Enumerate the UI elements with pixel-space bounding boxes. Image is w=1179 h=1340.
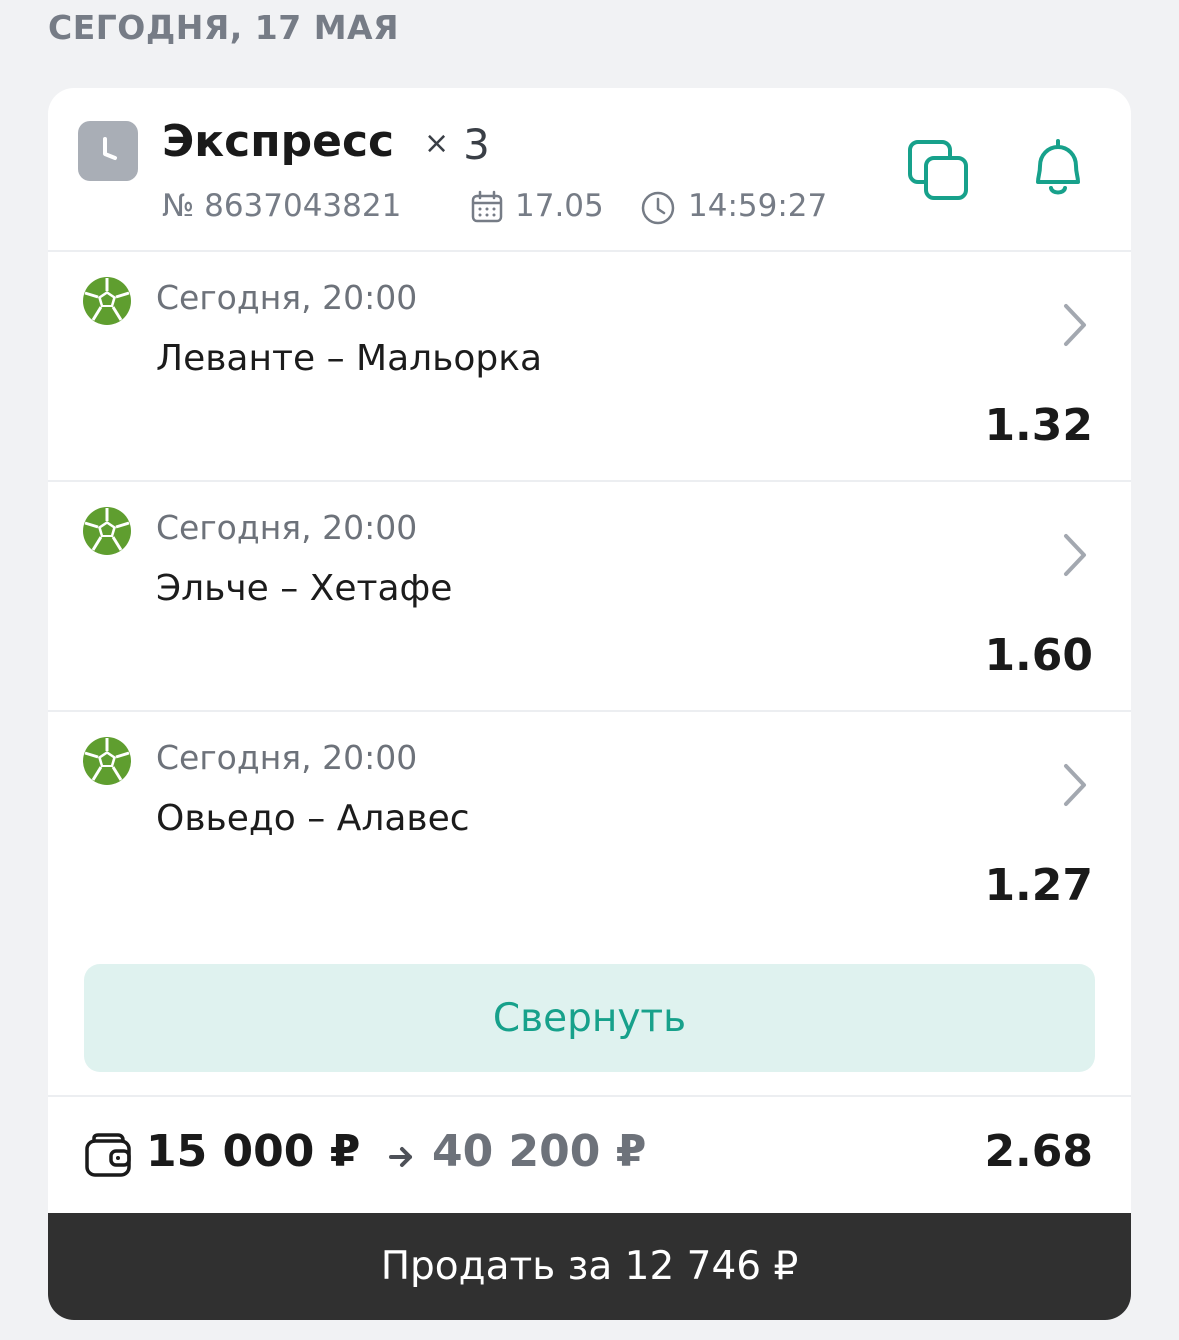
bet-type-title: Экспресс	[162, 116, 395, 167]
event-teams: Овьедо – Алавес	[156, 798, 470, 839]
bell-icon[interactable]	[1024, 136, 1092, 204]
event-odds: 1.60	[984, 630, 1093, 681]
bet-date: 17.05	[515, 188, 604, 224]
multiplier-value: 3	[463, 120, 490, 169]
bet-number: № 8637043821	[162, 188, 402, 224]
copy-icon[interactable]	[904, 136, 972, 204]
calendar-icon	[471, 190, 503, 223]
football-icon	[83, 737, 131, 785]
bet-multiplier: × 3	[424, 120, 490, 169]
stake-amount: 15 000 ₽	[146, 1126, 361, 1177]
chevron-right-icon[interactable]	[1058, 762, 1094, 808]
event-teams: Эльче – Хетафе	[156, 568, 453, 609]
time-icon	[641, 191, 675, 225]
collapse-button[interactable]: Свернуть	[84, 964, 1095, 1072]
arrow-right-icon	[389, 1147, 412, 1167]
event-row-2[interactable]: Сегодня, 20:00 Эльче – Хетафе 1.60	[48, 482, 1131, 712]
football-icon	[83, 277, 131, 325]
event-teams: Леванте – Мальорка	[156, 338, 543, 379]
multiplier-sign: ×	[424, 126, 450, 161]
event-time: Сегодня, 20:00	[156, 508, 418, 547]
event-odds: 1.27	[984, 860, 1093, 911]
event-row-1[interactable]: Сегодня, 20:00 Леванте – Мальорка 1.32	[48, 252, 1131, 482]
event-row-3[interactable]: Сегодня, 20:00 Овьедо – Алавес 1.27	[48, 712, 1131, 940]
bet-card: Экспресс ×3 № 8637043821 17.05 14:59:27	[48, 88, 1131, 1320]
potential-payout: 40 200 ₽	[432, 1126, 647, 1177]
bet-header: Экспресс × 3 № 8637043821 17.05 14:59:27	[48, 88, 1131, 252]
divider	[48, 1095, 1131, 1097]
football-icon	[83, 507, 131, 555]
bet-time: 14:59:27	[688, 188, 828, 224]
sell-button[interactable]: Продать за 12 746 ₽	[48, 1213, 1131, 1320]
event-odds: 1.32	[984, 400, 1093, 451]
date-header: СЕГОДНЯ, 17 МАЯ	[48, 8, 399, 47]
chevron-right-icon[interactable]	[1058, 532, 1094, 578]
event-time: Сегодня, 20:00	[156, 738, 418, 777]
chevron-right-icon[interactable]	[1058, 302, 1094, 348]
total-odds: 2.68	[984, 1126, 1093, 1177]
clock-icon	[78, 121, 138, 181]
event-time: Сегодня, 20:00	[156, 278, 418, 317]
wallet-icon	[85, 1133, 131, 1177]
